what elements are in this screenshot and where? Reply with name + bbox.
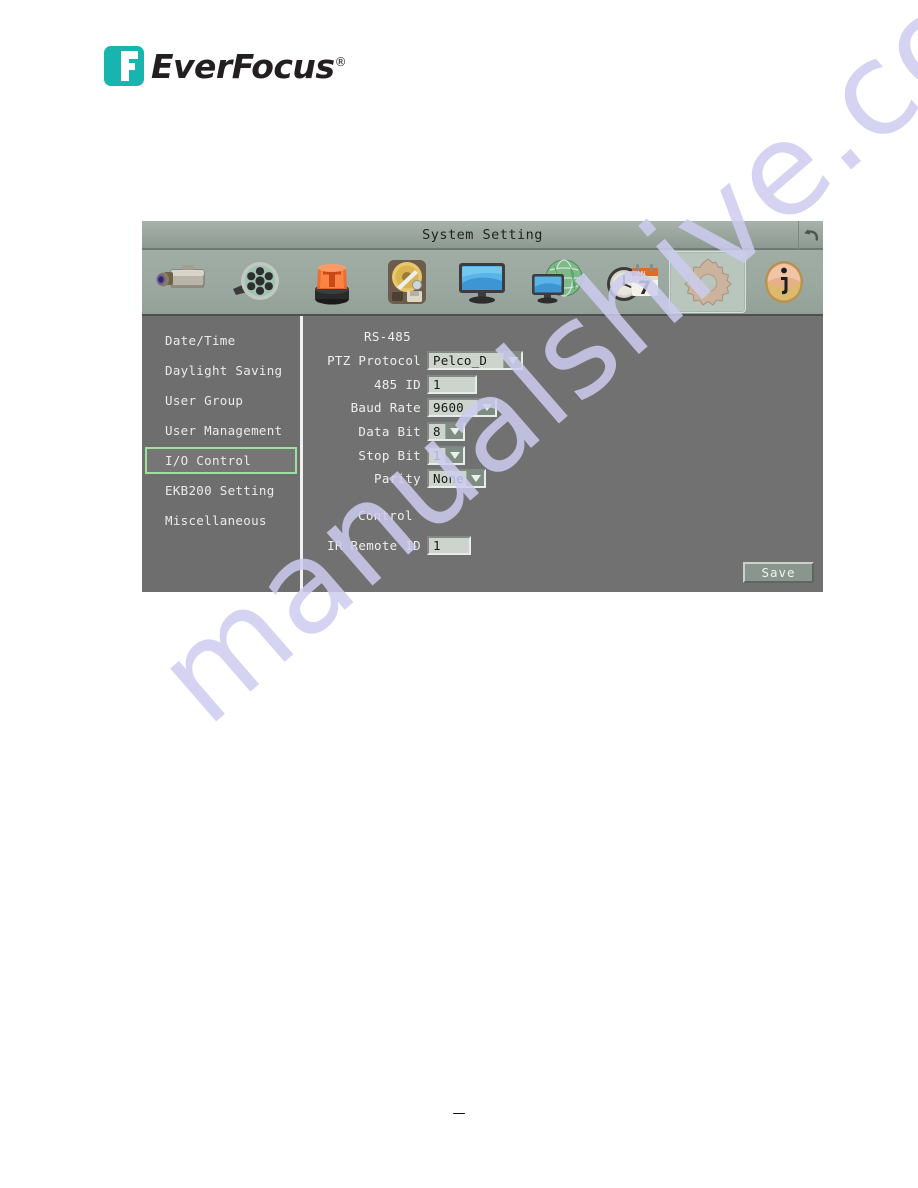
field-label: Data Bit bbox=[358, 423, 421, 439]
chevron-down-icon[interactable] bbox=[477, 399, 495, 415]
gear-icon bbox=[683, 258, 732, 306]
baud-rate-value: 9600 bbox=[433, 399, 464, 415]
sidebar-item-miscellaneous[interactable]: Miscellaneous bbox=[145, 507, 297, 534]
toolbar-item-system[interactable] bbox=[669, 251, 746, 313]
ptz-protocol-value: Pelco_D bbox=[433, 352, 488, 368]
sidebar-item-io-control[interactable]: I/O Control bbox=[145, 447, 297, 474]
window-body: Date/Time Daylight Saving User Group Use… bbox=[142, 316, 823, 592]
sidebar-item-label: Date/Time bbox=[165, 333, 236, 348]
field-parity: Parity None bbox=[303, 468, 486, 488]
data-bit-dropdown[interactable]: 8 bbox=[427, 421, 465, 441]
toolbar-item-disk[interactable] bbox=[369, 251, 444, 313]
calendar-day-label: 7 bbox=[638, 277, 651, 299]
toolbar-item-alarm[interactable] bbox=[294, 251, 369, 313]
page-watermark: manualshive.com bbox=[0, 0, 918, 1188]
field-baud-rate: Baud Rate 9600 bbox=[303, 397, 497, 417]
monitor-icon bbox=[458, 263, 505, 304]
camera-icon bbox=[156, 265, 204, 288]
parity-dropdown[interactable]: None bbox=[427, 468, 486, 488]
window-titlebar: System Setting bbox=[142, 221, 823, 250]
control-section-heading: Control bbox=[358, 508, 413, 523]
sidebar-item-ekb200-setting[interactable]: EKB200 Setting bbox=[145, 477, 297, 504]
toolbar-item-display[interactable] bbox=[444, 251, 519, 313]
field-label: Baud Rate bbox=[350, 399, 421, 415]
everfocus-logo: EverFocus® bbox=[104, 46, 347, 86]
window-title: System Setting bbox=[422, 226, 543, 243]
chevron-down-icon[interactable] bbox=[445, 447, 463, 463]
alarm-beacon-icon bbox=[314, 264, 349, 305]
field-label: 485 ID bbox=[374, 376, 421, 392]
sidebar-item-label: User Management bbox=[165, 423, 283, 438]
toolbar-item-record[interactable] bbox=[219, 251, 294, 313]
system-setting-window: System Setting JAN 7 Date/Time Daylight … bbox=[142, 221, 823, 594]
toolbar-item-camera[interactable] bbox=[144, 251, 219, 313]
registered-mark: ® bbox=[334, 54, 347, 69]
stop-bit-dropdown[interactable]: 1 bbox=[427, 445, 465, 465]
stop-bit-value: 1 bbox=[433, 447, 441, 463]
sidebar-item-user-group[interactable]: User Group bbox=[145, 387, 297, 414]
chevron-down-icon[interactable] bbox=[503, 352, 521, 368]
parity-value: None bbox=[433, 470, 464, 486]
sidebar-item-label: Daylight Saving bbox=[165, 363, 283, 378]
chevron-down-icon[interactable] bbox=[445, 423, 463, 439]
baud-rate-dropdown[interactable]: 9600 bbox=[427, 397, 497, 417]
brand-name: EverFocus bbox=[151, 46, 335, 86]
ir-remote-id-value: 1 bbox=[433, 537, 441, 553]
field-data-bit: Data Bit 8 bbox=[303, 421, 465, 441]
clock-calendar-icon: JAN 7 bbox=[606, 264, 658, 301]
toolbar-item-information[interactable] bbox=[746, 251, 821, 313]
save-button[interactable]: Save bbox=[743, 562, 814, 583]
field-ptz-protocol: PTZ Protocol Pelco_D bbox=[303, 350, 523, 370]
sidebar-item-label: Miscellaneous bbox=[165, 513, 267, 528]
485-id-value: 1 bbox=[433, 376, 441, 392]
field-stop-bit: Stop Bit 1 bbox=[303, 445, 465, 465]
hard-disk-icon bbox=[387, 260, 426, 304]
everfocus-logo-mark-icon bbox=[104, 46, 144, 86]
page-footer-mark: — bbox=[452, 1106, 466, 1121]
field-label: PTZ Protocol bbox=[327, 352, 421, 368]
settings-sidebar: Date/Time Daylight Saving User Group Use… bbox=[142, 316, 303, 592]
toolbar-item-network[interactable] bbox=[519, 251, 594, 313]
485-id-input[interactable]: 1 bbox=[427, 374, 477, 394]
io-control-panel: RS-485 PTZ Protocol Pelco_D 485 ID 1 Bau… bbox=[303, 316, 823, 592]
ir-remote-id-input[interactable]: 1 bbox=[427, 535, 471, 555]
sidebar-item-date-time[interactable]: Date/Time bbox=[145, 327, 297, 354]
module-toolbar: JAN 7 bbox=[142, 250, 823, 316]
data-bit-value: 8 bbox=[433, 423, 441, 439]
sidebar-item-daylight-saving[interactable]: Daylight Saving bbox=[145, 357, 297, 384]
info-icon bbox=[764, 261, 803, 303]
field-label: IR Remote ID bbox=[327, 537, 421, 553]
sidebar-item-label: I/O Control bbox=[165, 453, 252, 468]
sidebar-item-label: User Group bbox=[165, 393, 244, 408]
field-label: Parity bbox=[374, 470, 421, 486]
sidebar-item-label: EKB200 Setting bbox=[165, 483, 275, 498]
field-label: Stop Bit bbox=[358, 447, 421, 463]
chevron-down-icon[interactable] bbox=[466, 470, 484, 486]
film-reel-icon bbox=[232, 262, 279, 300]
back-arrow-icon[interactable] bbox=[798, 221, 823, 250]
network-globe-icon bbox=[531, 259, 582, 304]
field-485-id: 485 ID 1 bbox=[303, 374, 477, 394]
everfocus-wordmark: EverFocus® bbox=[151, 46, 347, 86]
field-ir-remote-id: IR Remote ID 1 bbox=[303, 535, 471, 555]
sidebar-item-user-management[interactable]: User Management bbox=[145, 417, 297, 444]
toolbar-item-schedule[interactable]: JAN 7 bbox=[594, 251, 669, 313]
ptz-protocol-dropdown[interactable]: Pelco_D bbox=[427, 350, 523, 370]
rs485-section-heading: RS-485 bbox=[364, 329, 411, 344]
